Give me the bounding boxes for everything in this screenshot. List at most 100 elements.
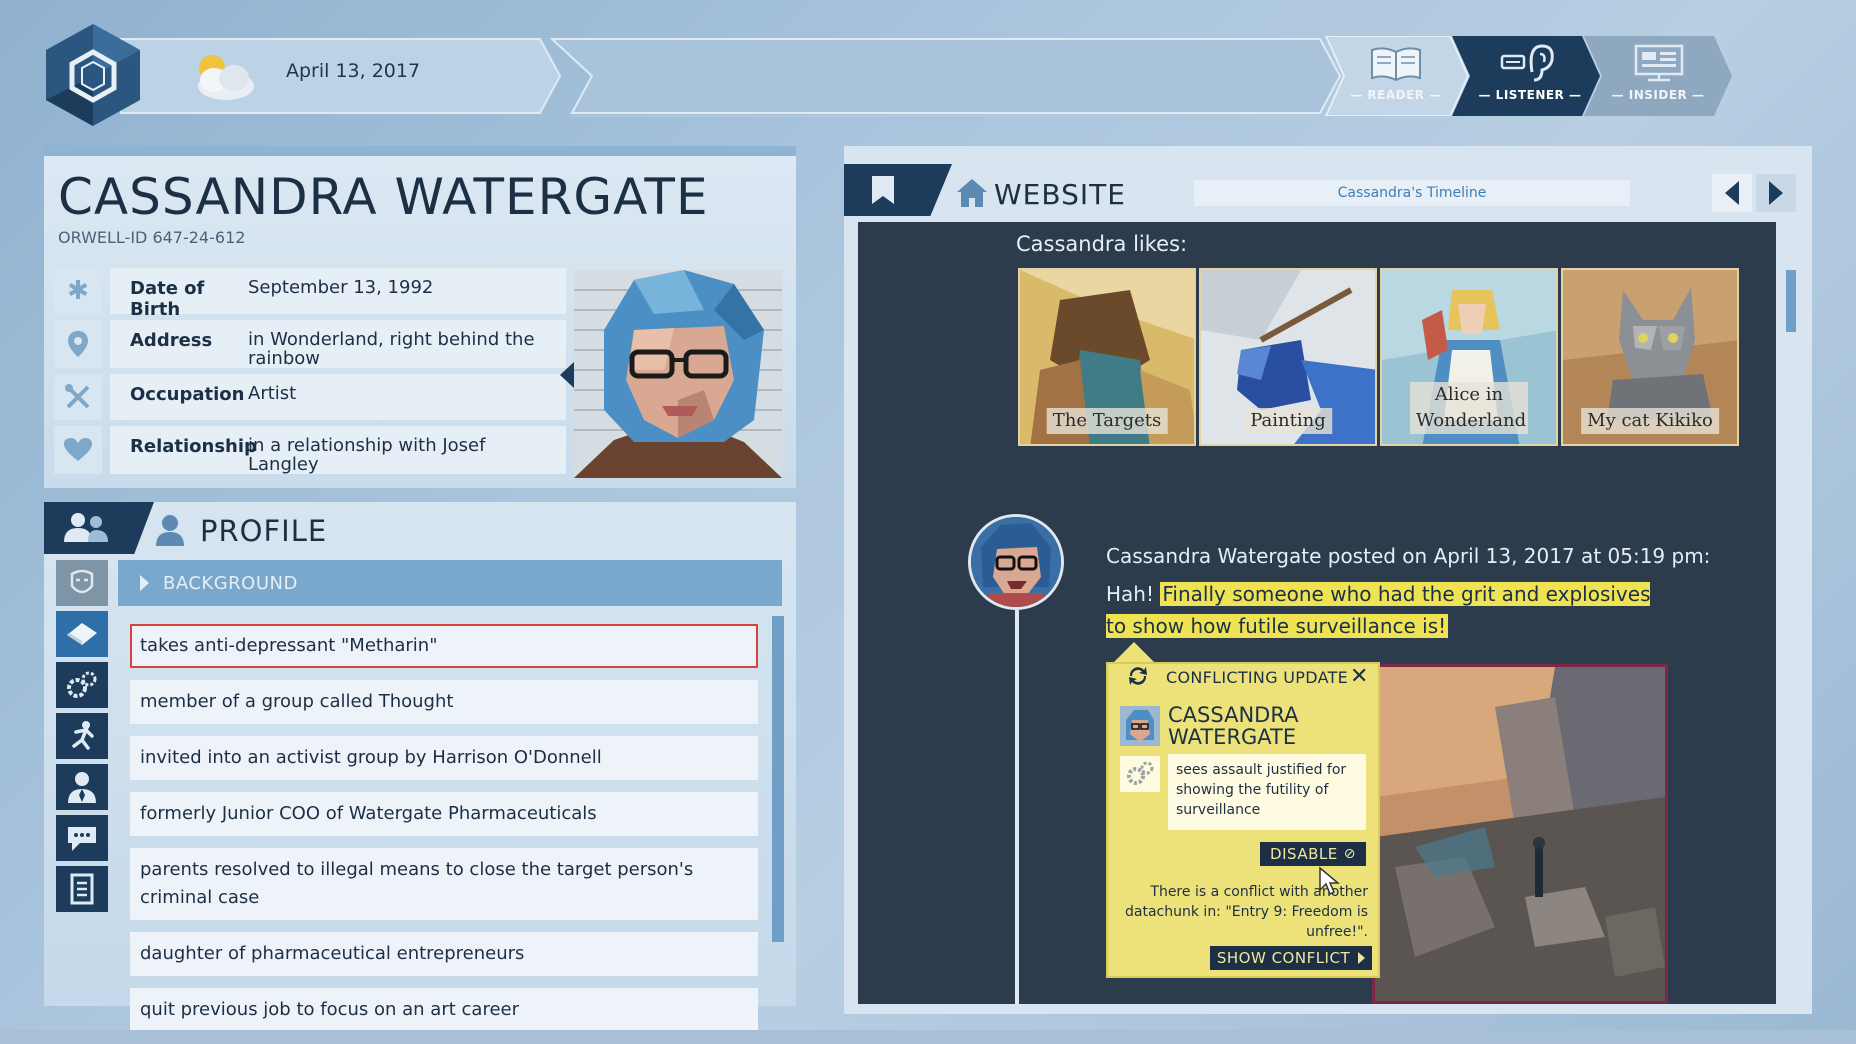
conflict-avatar [1120,706,1160,746]
category-activities[interactable] [56,713,108,759]
post-image[interactable] [1372,664,1668,1004]
mode-tab-insider[interactable]: — INSIDER — [1594,36,1724,116]
expand-arrow-icon [140,575,149,591]
post-header: Cassandra Watergate posted on April 13, … [1106,544,1711,568]
asterisk-icon: ✱ [54,268,102,314]
info-row-relationship[interactable]: Relationship in a relationship with Jose… [54,426,566,474]
arrow-right-icon [1358,952,1366,964]
info-row-address[interactable]: Address in Wonderland, right behind the … [54,320,566,368]
avatar[interactable] [968,514,1064,610]
document-icon [70,873,94,905]
next-page-button[interactable] [1756,174,1796,212]
like-card-my-cat-kikiko[interactable]: My cat Kikiko [1561,268,1739,446]
info-key: Occupation [130,384,245,405]
arrow-left-icon [1725,181,1739,205]
info-key: Relationship [130,436,257,457]
previous-page-button[interactable] [1712,174,1752,212]
list-item[interactable]: member of a group called Thought [130,680,758,724]
info-value: in Wonderland, right behind the rainbow [248,329,535,369]
website-title: WEBSITE [994,178,1126,211]
category-groups[interactable] [56,662,108,708]
pill-icon [67,623,97,645]
list-item[interactable]: parents resolved to illegal means to clo… [130,848,758,920]
list-item[interactable]: quit previous job to focus on an art car… [130,988,758,1032]
bookmark-icon [872,176,894,204]
timeline-line [1015,610,1019,1004]
info-value: Artist [248,383,297,404]
like-card-painting[interactable]: Painting [1199,268,1377,446]
background-section-label: BACKGROUND [163,572,298,594]
profile-category-sidebar [56,560,116,917]
like-label: Alice in Wonderland [1410,382,1528,434]
sync-conflict-icon [1129,667,1147,685]
location-pin-icon [54,320,102,368]
info-key: Address [130,330,213,351]
face-icon [70,569,94,594]
list-item[interactable]: formerly Junior COO of Watergate Pharmac… [130,792,758,836]
person-info-table: ✱ Date of Birth September 13, 1992 Addre… [54,268,566,480]
orwell-id: ORWELL-ID 647-24-612 [58,228,246,247]
likes-title: Cassandra likes: [1016,232,1188,256]
timeline-address-bar[interactable]: Cassandra's Timeline [1194,180,1630,206]
info-row-occupation[interactable]: Occupation Artist [54,374,566,420]
portrait-expand-arrow[interactable] [560,362,574,388]
like-label: My cat Kikiko [1581,408,1719,434]
monitor-icon [1634,44,1684,82]
conflict-title: CONFLICTING UPDATE [1166,668,1349,687]
person-icon [156,515,184,546]
like-label: Painting [1244,408,1332,434]
post-prefix: Hah! [1106,582,1161,606]
person-name: CASSANDRA WATERGATE [58,168,709,226]
like-label: The Targets [1046,408,1168,434]
category-documents[interactable] [56,866,108,912]
bottom-divider [0,1030,1856,1044]
background-scrollbar-thumb[interactable] [772,616,784,942]
tools-icon [54,374,102,420]
prohibit-icon: ⊘ [1343,846,1356,862]
info-key: Date of Birth [130,278,205,320]
home-icon [957,179,987,207]
show-conflict-button[interactable]: SHOW CONFLICT [1210,946,1372,970]
person-tie-icon [68,772,96,803]
current-date: April 13, 2017 [286,60,421,82]
like-card-the-targets[interactable]: The Targets [1018,268,1196,446]
info-row-birth[interactable]: ✱ Date of Birth September 13, 1992 [54,268,566,320]
gears-icon [67,671,97,698]
conflict-datachunk-text[interactable]: sees assault justified for showing the f… [1168,754,1366,830]
background-section-header[interactable]: BACKGROUND [118,560,782,606]
group-people-icon [64,513,108,542]
list-item[interactable]: daughter of pharmaceutical entrepreneurs [130,932,758,976]
mode-label-insider: — INSIDER — [1611,88,1705,102]
list-item[interactable]: takes anti-depressant "Metharin" [130,624,758,668]
post-body: Hah! Finally someone who had the grit an… [1106,578,1666,642]
category-communication[interactable] [56,815,108,861]
mode-tab-reader[interactable]: — READER — [1330,36,1460,116]
conflict-category [1120,756,1160,792]
website-scrollbar-thumb[interactable] [1786,270,1796,332]
disable-label: DISABLE [1270,845,1338,863]
info-value: September 13, 1992 [248,277,434,298]
category-profession[interactable] [56,764,108,810]
conflict-person-name: CASSANDRA WATERGATE [1168,703,1299,749]
heart-icon [54,426,102,474]
list-item[interactable]: invited into an activist group by Harris… [130,736,758,780]
category-medication[interactable] [56,611,108,657]
chat-icon [68,827,96,851]
show-conflict-label: SHOW CONFLICT [1216,949,1351,967]
person-portrait [574,270,782,478]
ear-icon [1500,44,1554,82]
mode-label-listener: — LISTENER — [1478,88,1582,102]
arrow-right-icon [1769,181,1783,205]
disable-button[interactable]: DISABLE ⊘ [1260,842,1366,866]
mode-tab-listener[interactable]: — LISTENER — [1462,36,1592,116]
highlighted-datachunk[interactable]: Finally someone who had the grit and exp… [1106,582,1651,638]
gears-icon [1127,761,1154,785]
close-icon[interactable]: ✕ [1350,664,1368,689]
profile-title: PROFILE [200,514,328,548]
partly-cloudy-icon [198,55,254,100]
category-face[interactable] [56,560,108,606]
info-value: in a relationship with Josef Langley [248,435,486,475]
background-list: takes anti-depressant "Metharin" member … [130,624,758,1044]
like-card-alice-in-wonderland[interactable]: Alice in Wonderland [1380,268,1558,446]
orwell-hex-logo[interactable] [40,22,146,128]
